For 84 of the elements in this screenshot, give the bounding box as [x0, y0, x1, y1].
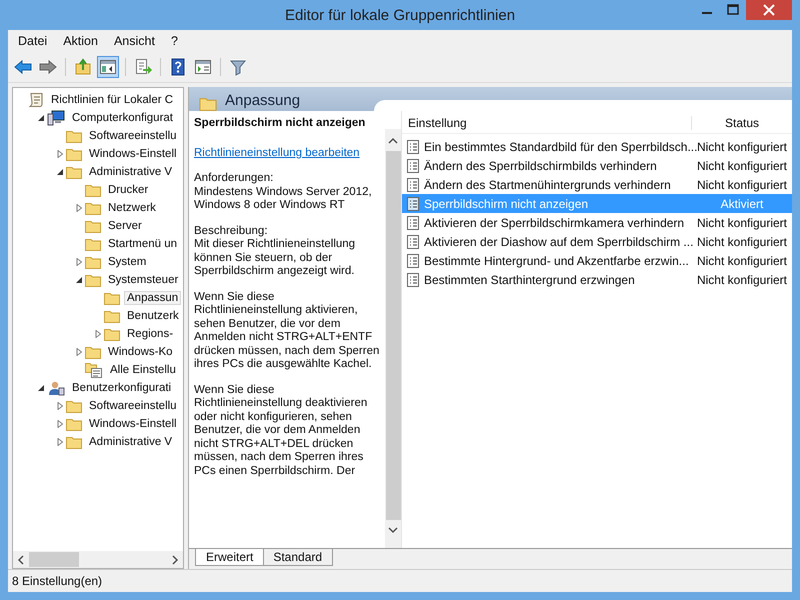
policy-row[interactable]: Aktivieren der Sperrbildschirmkamera verhindern Nicht konfiguriert [402, 213, 792, 232]
folder-icon [85, 273, 101, 287]
folder-icon [66, 417, 82, 431]
view-tab[interactable]: Erweitert [195, 549, 264, 566]
scroll-left-icon[interactable] [17, 554, 25, 564]
tree-item[interactable]: System [105, 255, 150, 269]
policy-row[interactable]: Bestimmte Hintergrund- und Akzentfarbe erzwin... Nicht konfiguriert [402, 251, 792, 270]
policy-title: Sperrbildschirm nicht anzeigen [194, 117, 366, 130]
scroll-icon [28, 92, 44, 108]
tree-item[interactable]: Netzwerk [105, 201, 159, 215]
menu-item[interactable]: Ansicht [108, 34, 161, 48]
policy-icon [406, 158, 420, 174]
user-icon [47, 380, 65, 396]
expand-arrow-icon[interactable] [75, 276, 83, 284]
tree-item[interactable]: Windows-Ko [105, 345, 176, 359]
column-header[interactable]: Einstellung [402, 116, 692, 130]
folder-icon [85, 201, 101, 215]
folder-icon [104, 309, 120, 323]
expand-arrow-icon[interactable] [56, 168, 64, 176]
description-paragraph: Wenn Sie diese Richtlinieneinstellung deaktivieren oder nicht konfigurieren, sehen Benutzer, die vor dem Anmelden nicht STRG+ALT+DEL drücken müssen, nach dem Sperren ihres PCs einen Sperrbildschirm. Der [194, 384, 368, 478]
policy-row[interactable]: Ändern des Sperrbildschirmbilds verhindern Nicht konfiguriert [402, 156, 792, 175]
tree-item[interactable]: Benutzerk [124, 309, 182, 323]
description-paragraph: Beschreibung: Mit dieser Richtlinieneinstellung können Sie steuern, ob der Sperrbildschirm angezeigt wird. [194, 224, 356, 278]
menu-item[interactable]: ? [164, 34, 184, 48]
tree-item[interactable]: Administrative V [86, 165, 176, 179]
horizontal-scrollbar[interactable] [13, 551, 183, 568]
scroll-up-icon[interactable] [388, 137, 398, 145]
view-tab[interactable]: Standard [262, 549, 334, 566]
toolbar-button[interactable] [97, 56, 119, 78]
policy-icon [406, 214, 420, 230]
column-header[interactable]: Status [692, 116, 792, 130]
tree-item[interactable]: Regions- [124, 327, 176, 341]
policy-row[interactable]: Ein bestimmtes Standardbild für den Sperrbildsch...Nicht konfiguriert [402, 137, 792, 156]
policy-icon [406, 234, 420, 250]
tree-item[interactable]: Windows-Einstell [86, 417, 180, 431]
vertical-scrollbar[interactable] [385, 129, 401, 548]
folder-icon [66, 165, 82, 179]
tree-item[interactable]: Drucker [105, 183, 152, 197]
description-paragraph: Anforderungen: Mindestens Windows Server 2012, Windows 8 oder Windows RT [194, 172, 373, 212]
folder-icon [85, 237, 101, 251]
policy-icon [406, 252, 420, 268]
menu-item[interactable]: Datei [12, 34, 54, 48]
tree-item[interactable]: Richtlinien für Lokaler C [48, 93, 176, 107]
settings-list-icon [85, 362, 103, 378]
expand-arrow-icon[interactable] [37, 114, 45, 122]
tree-item[interactable]: Anpassun [124, 291, 182, 305]
description-paragraph: Wenn Sie diese Richtlinieneinstellung aktivieren, sehen Benutzer, die vor dem Anmelden nicht STRG+ALT+ENTF drücken müssen, nach dem Sperren ihres PCs die ausgewählte Kachel. [194, 290, 380, 372]
edit-policy-link[interactable]: Richtlinieneinstellung bearbeiten [194, 146, 360, 160]
folder-icon [66, 435, 82, 449]
policy-icon [406, 176, 420, 192]
tree-item[interactable]: Startmenü un [105, 237, 180, 251]
policy-icon [406, 138, 420, 154]
tree-item[interactable]: Systemsteuer [105, 273, 182, 287]
folder-icon [66, 129, 82, 143]
folder-icon [85, 345, 101, 359]
policy-row[interactable]: Aktivieren der Diashow auf dem Sperrbildschirm ... Nicht konfiguriert [402, 232, 792, 251]
folder-icon [66, 147, 82, 161]
folder-icon [85, 255, 101, 269]
close-button[interactable] [746, 0, 792, 20]
folder-icon [104, 327, 120, 341]
folder-icon [104, 291, 120, 305]
panel-title: Anpassung [225, 92, 300, 109]
scroll-right-icon[interactable] [171, 554, 179, 564]
tree-item[interactable]: Administrative V [86, 435, 176, 449]
folder-icon [85, 183, 101, 197]
tree-item[interactable]: Alle Einstellu [107, 363, 179, 377]
policy-row[interactable]: Ändern des Startmenühintergrunds verhindern Nicht konfiguriert [402, 175, 792, 194]
folder-icon [66, 399, 82, 413]
computer-icon [47, 110, 65, 126]
tree-item[interactable]: Softwareeinstellu [86, 399, 180, 413]
scroll-down-icon[interactable] [388, 526, 398, 534]
expand-arrow-icon[interactable] [37, 384, 45, 392]
menu-item[interactable]: Aktion [57, 34, 104, 48]
policy-icon [406, 272, 420, 288]
tree-item[interactable]: Server [105, 219, 145, 233]
policy-icon [406, 196, 420, 212]
window-title: Editor für lokale Gruppenrichtlinien [284, 7, 516, 24]
tree-item[interactable]: Benutzerkonfigurati [69, 381, 174, 395]
tree-item[interactable]: Softwareeinstellu [86, 129, 180, 143]
tree-item[interactable]: Windows-Einstell [86, 147, 180, 161]
folder-icon [85, 219, 101, 233]
tree-item[interactable]: Computerkonfigurat [69, 111, 176, 125]
policy-row[interactable]: Bestimmten Starthintergrund erzwingen Nicht konfiguriert [402, 270, 792, 289]
status-text: 8 Einstellung(en) [12, 574, 102, 588]
